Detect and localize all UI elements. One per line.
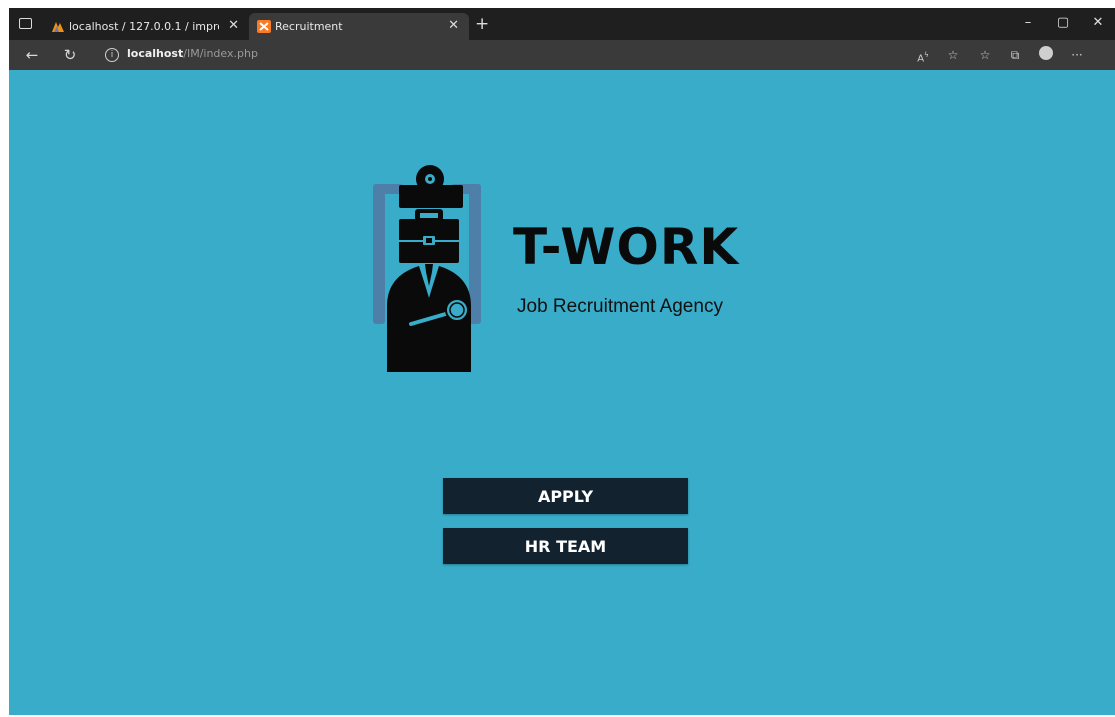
more-options-icon[interactable]: ···	[1067, 46, 1087, 64]
new-tab-icon[interactable]: +	[475, 14, 489, 34]
read-aloud-icon[interactable]: Aϟ	[913, 46, 933, 64]
hr-team-button[interactable]: HR TEAM	[443, 528, 688, 564]
tab-bar: localhost / 127.0.0.1 / improject ✕ Recr…	[9, 8, 1115, 40]
tab-recruitment[interactable]: Recruitment ✕	[249, 13, 469, 40]
recruiter-logo	[373, 165, 481, 372]
close-tab-icon[interactable]: ✕	[228, 18, 239, 33]
xampp-icon	[257, 20, 271, 33]
browser-window: localhost / 127.0.0.1 / improject ✕ Recr…	[9, 8, 1115, 715]
tab-label: Recruitment	[275, 20, 343, 33]
minimize-icon[interactable]: –	[1013, 12, 1043, 34]
url-host: localhost	[127, 47, 184, 60]
tab-phpmyadmin[interactable]: localhost / 127.0.0.1 / improject ✕	[43, 13, 249, 40]
page-content: T-WORK Job Recruitment Agency APPLY HR T…	[9, 70, 1115, 715]
profile-icon[interactable]	[1036, 46, 1056, 64]
close-tab-icon[interactable]: ✕	[448, 18, 459, 33]
close-window-icon[interactable]: ✕	[1083, 12, 1113, 34]
tab-label: localhost / 127.0.0.1 / improject	[69, 20, 219, 33]
brand-name: T-WORK	[513, 218, 740, 276]
address-bar: ← ↻ i localhost/IM/index.php Aϟ ☆ ☆ ⧉ ··…	[9, 40, 1115, 70]
maximize-icon[interactable]: ▢	[1048, 12, 1078, 34]
url-field[interactable]: localhost/IM/index.php	[127, 47, 258, 60]
apply-button[interactable]: APPLY	[443, 478, 688, 514]
info-icon[interactable]: i	[105, 48, 119, 62]
brand-tagline: Job Recruitment Agency	[517, 296, 723, 317]
url-path: /IM/index.php	[183, 47, 258, 60]
tab-actions-icon[interactable]	[19, 18, 32, 29]
phpmyadmin-icon	[52, 22, 64, 32]
refresh-icon[interactable]: ↻	[59, 44, 81, 66]
collections-icon[interactable]: ⧉	[1005, 46, 1025, 64]
back-icon[interactable]: ←	[21, 44, 43, 66]
favorites-icon[interactable]: ☆	[975, 46, 995, 64]
add-favorite-icon[interactable]: ☆	[943, 46, 963, 64]
